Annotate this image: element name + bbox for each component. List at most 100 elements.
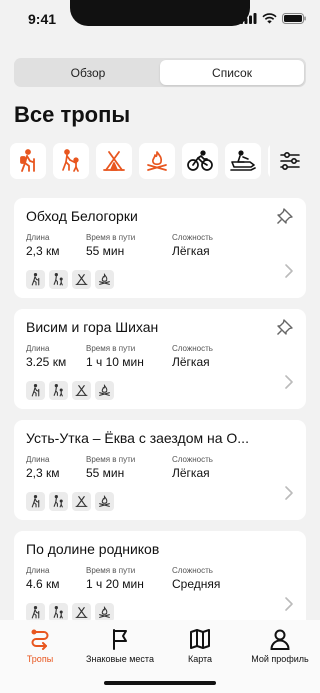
stat-length: Длина 3.25 км <box>26 344 86 370</box>
difficulty-value: Лёгкая <box>172 244 210 258</box>
hiking-tag-icon <box>26 381 45 400</box>
filter-snowmobile[interactable] <box>225 143 261 179</box>
open-trail-chevron[interactable] <box>284 485 294 506</box>
campfire-tag-icon <box>95 270 114 289</box>
flag-icon <box>113 629 127 650</box>
time-value: 1 ч 20 мин <box>86 577 144 591</box>
tab-map-label: Карта <box>187 654 213 664</box>
stat-difficulty: Сложность Лёгкая <box>172 233 213 259</box>
activity-tags <box>26 381 294 400</box>
camping-tag-icon <box>72 270 91 289</box>
route-icon <box>31 629 49 650</box>
view-segmented-control: Обзор Список <box>14 58 306 87</box>
hiking-tag-icon <box>26 270 45 289</box>
cycling-icon <box>187 150 213 171</box>
tab-landmarks-label: Знаковые места <box>86 654 154 664</box>
chevron-right-icon <box>285 375 293 389</box>
trail-card[interactable]: Обход Белогорки Длина 2,3 км Время в пут… <box>14 198 306 298</box>
pin-icon <box>277 319 293 335</box>
chevron-right-icon <box>285 597 293 611</box>
trail-card[interactable]: Усть-Утка – Ёква с заездом на О... Длина… <box>14 420 306 520</box>
stat-time: Время в пути 55 мин <box>86 233 172 259</box>
stat-time: Время в пути 55 мин <box>86 455 172 481</box>
tab-trails[interactable]: Тропы <box>0 628 80 693</box>
snowmobile-icon <box>230 150 256 171</box>
trail-list: Обход Белогорки Длина 2,3 км Время в пут… <box>14 198 306 642</box>
filter-campfire[interactable] <box>139 143 175 179</box>
profile-icon <box>270 629 290 650</box>
trail-title: Висим и гора Шихан <box>26 319 159 335</box>
signal-icon <box>240 13 257 24</box>
pin-icon <box>277 208 293 224</box>
time-label: Время в пути <box>86 455 136 464</box>
difficulty-label: Сложность <box>172 566 213 575</box>
trail-title: Обход Белогорки <box>26 208 138 224</box>
length-label: Длина <box>26 233 50 242</box>
family-tag-icon <box>49 270 68 289</box>
chevron-right-icon <box>285 486 293 500</box>
time-value: 55 мин <box>86 466 125 480</box>
family-tag-icon <box>49 381 68 400</box>
camping-tag-icon <box>72 492 91 511</box>
time-label: Время в пути <box>86 344 136 353</box>
trail-card[interactable]: Висим и гора Шихан Длина 3.25 км Время в… <box>14 309 306 409</box>
stat-length: Длина 2,3 км <box>26 233 86 259</box>
page-title: Все тропы <box>14 102 131 127</box>
filter-hiking[interactable] <box>10 143 46 179</box>
segment-overview[interactable]: Обзор <box>16 60 160 85</box>
difficulty-label: Сложность <box>172 233 213 242</box>
stat-difficulty: Сложность Лёгкая <box>172 455 213 481</box>
family-hiking-icon <box>62 149 79 172</box>
time-label: Время в пути <box>86 566 136 575</box>
length-label: Длина <box>26 344 50 353</box>
trail-title: По долине родников <box>26 541 160 557</box>
filter-camping[interactable] <box>96 143 132 179</box>
length-label: Длина <box>26 455 50 464</box>
trail-title: Усть-Утка – Ёква с заездом на О... <box>26 430 249 446</box>
filter-cycling[interactable] <box>182 143 218 179</box>
status-time: 9:41 <box>28 11 57 27</box>
open-trail-chevron[interactable] <box>284 374 294 395</box>
filter-settings-button[interactable] <box>270 143 310 179</box>
map-icon <box>190 629 210 649</box>
campfire-tag-icon <box>95 381 114 400</box>
open-trail-chevron[interactable] <box>284 263 294 284</box>
length-value: 3.25 км <box>26 355 67 369</box>
difficulty-value: Средняя <box>172 577 221 591</box>
device-notch <box>70 0 250 26</box>
difficulty-value: Лёгкая <box>172 466 210 480</box>
length-label: Длина <box>26 566 50 575</box>
pin-button[interactable] <box>276 318 294 341</box>
stat-length: Длина 4.6 км <box>26 566 86 592</box>
camping-tag-icon <box>72 381 91 400</box>
open-trail-chevron[interactable] <box>284 596 294 617</box>
campfire-icon <box>147 151 167 171</box>
pin-button[interactable] <box>276 207 294 230</box>
length-value: 2,3 км <box>26 244 60 258</box>
segment-list[interactable]: Список <box>160 60 304 85</box>
length-value: 4.6 км <box>26 577 60 591</box>
time-value: 55 мин <box>86 244 125 258</box>
trail-stats: Длина 2,3 км Время в пути 55 мин Сложнос… <box>26 233 294 259</box>
tune-icon <box>280 151 300 171</box>
battery-icon <box>282 13 306 24</box>
hiking-tag-icon <box>26 492 45 511</box>
hiking-icon <box>20 149 35 172</box>
stat-time: Время в пути 1 ч 10 мин <box>86 344 172 370</box>
trail-card[interactable]: По долине родников Длина 4.6 км Время в … <box>14 531 306 631</box>
home-indicator <box>104 681 216 685</box>
filter-family-hiking[interactable] <box>53 143 89 179</box>
time-label: Время в пути <box>86 233 136 242</box>
wifi-icon <box>262 13 277 24</box>
difficulty-label: Сложность <box>172 455 213 464</box>
family-tag-icon <box>49 492 68 511</box>
tab-profile[interactable]: Мой профиль <box>240 628 320 693</box>
chevron-right-icon <box>285 264 293 278</box>
campfire-tag-icon <box>95 492 114 511</box>
stat-difficulty: Сложность Лёгкая <box>172 344 213 370</box>
activity-tags <box>26 492 294 511</box>
camping-icon <box>103 151 125 171</box>
status-bar: 9:41 <box>0 0 320 40</box>
stat-time: Время в пути 1 ч 20 мин <box>86 566 172 592</box>
tab-trails-label: Тропы <box>26 654 54 664</box>
